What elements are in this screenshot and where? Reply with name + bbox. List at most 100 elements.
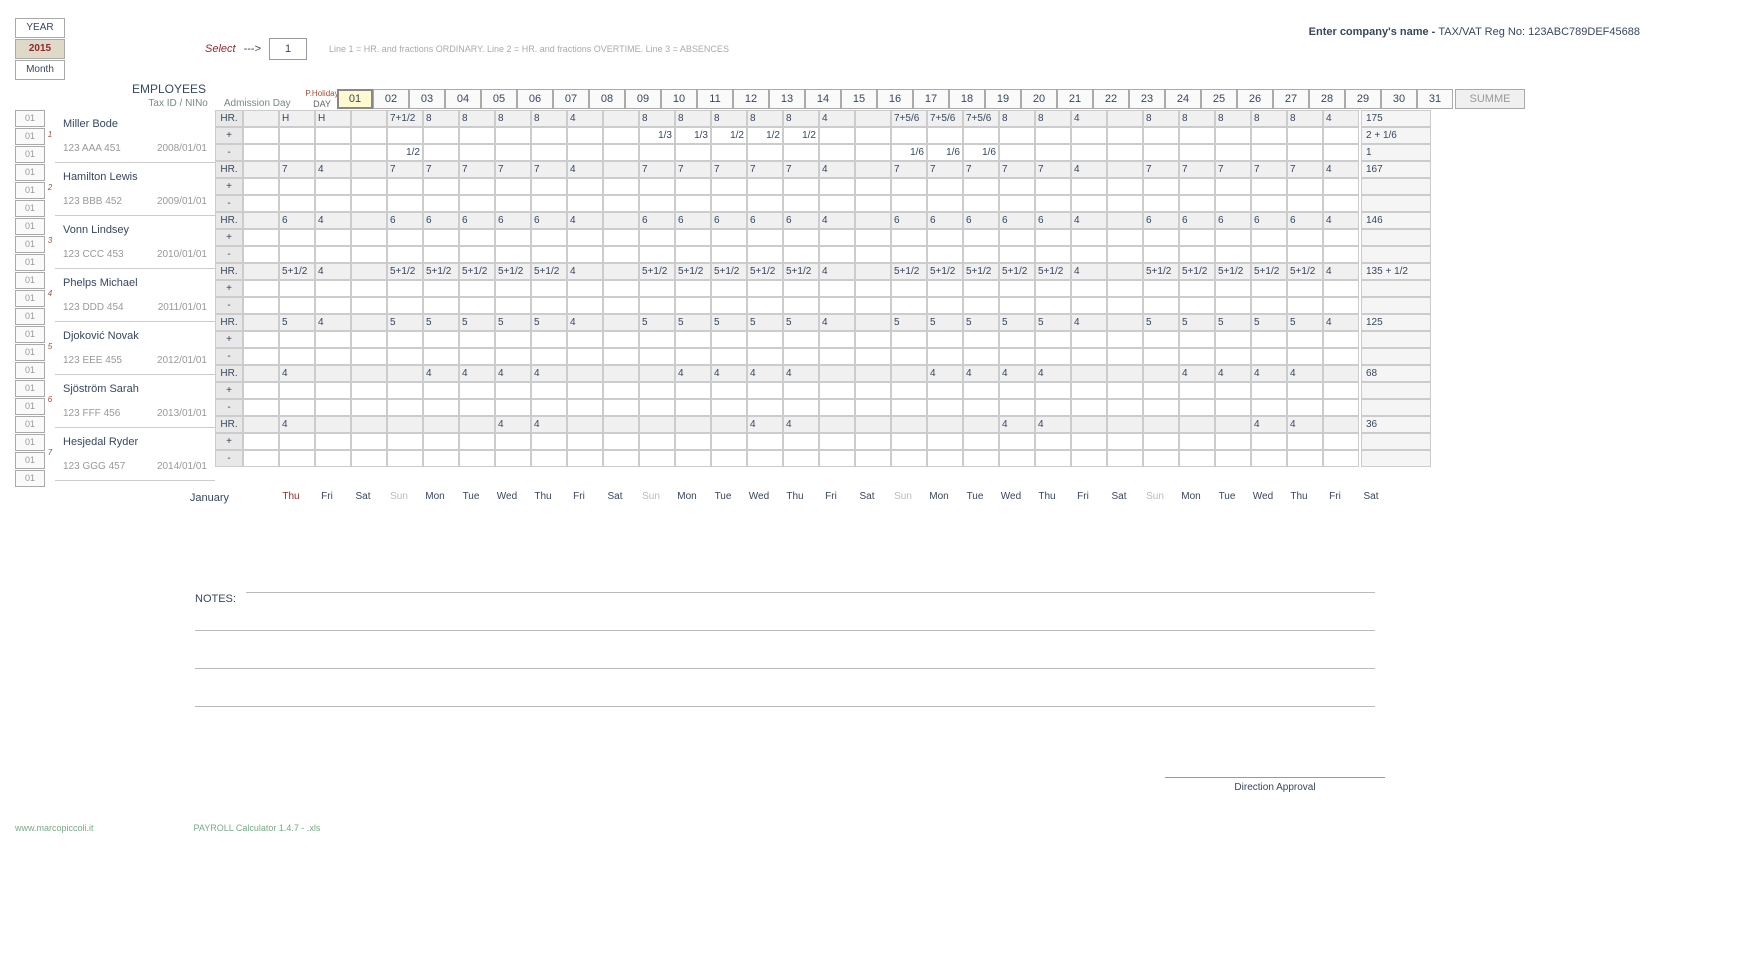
- grid-cell[interactable]: [1107, 246, 1143, 263]
- grid-cell[interactable]: [1143, 246, 1179, 263]
- grid-cell[interactable]: 4: [1071, 314, 1107, 331]
- grid-cell[interactable]: [1035, 297, 1071, 314]
- grid-cell[interactable]: 4: [1035, 365, 1071, 382]
- grid-cell[interactable]: [747, 348, 783, 365]
- grid-cell[interactable]: [1179, 433, 1215, 450]
- grid-cell[interactable]: [999, 399, 1035, 416]
- grid-cell[interactable]: [1071, 331, 1107, 348]
- grid-cell[interactable]: 4: [963, 365, 999, 382]
- grid-cell[interactable]: 1/3: [639, 127, 675, 144]
- grid-cell[interactable]: [243, 416, 279, 433]
- grid-cell[interactable]: 5+1/2: [639, 263, 675, 280]
- grid-cell[interactable]: [1179, 246, 1215, 263]
- grid-cell[interactable]: [783, 348, 819, 365]
- grid-cell[interactable]: [1107, 110, 1143, 127]
- grid-cell[interactable]: [423, 399, 459, 416]
- grid-cell[interactable]: 4: [675, 365, 711, 382]
- grid-cell[interactable]: [567, 433, 603, 450]
- grid-cell[interactable]: [891, 399, 927, 416]
- grid-cell[interactable]: [675, 416, 711, 433]
- grid-cell[interactable]: [891, 382, 927, 399]
- grid-cell[interactable]: [279, 450, 315, 467]
- grid-cell[interactable]: [891, 416, 927, 433]
- grid-cell[interactable]: [1287, 144, 1323, 161]
- grid-cell[interactable]: [1323, 348, 1359, 365]
- grid-cell[interactable]: [423, 246, 459, 263]
- grid-cell[interactable]: 7: [747, 161, 783, 178]
- grid-cell[interactable]: 4: [1215, 365, 1251, 382]
- grid-cell[interactable]: [531, 144, 567, 161]
- grid-cell[interactable]: [675, 246, 711, 263]
- grid-cell[interactable]: [1107, 416, 1143, 433]
- grid-cell[interactable]: [603, 178, 639, 195]
- grid-cell[interactable]: [243, 314, 279, 331]
- grid-cell[interactable]: [1035, 399, 1071, 416]
- grid-cell[interactable]: [423, 433, 459, 450]
- grid-cell[interactable]: [423, 229, 459, 246]
- grid-cell[interactable]: 5: [927, 314, 963, 331]
- grid-cell[interactable]: [495, 433, 531, 450]
- grid-cell[interactable]: [1251, 229, 1287, 246]
- grid-cell[interactable]: [1323, 399, 1359, 416]
- grid-cell[interactable]: [891, 229, 927, 246]
- grid-cell[interactable]: 4: [747, 365, 783, 382]
- grid-cell[interactable]: [783, 195, 819, 212]
- grid-cell[interactable]: [1215, 433, 1251, 450]
- grid-cell[interactable]: [1071, 399, 1107, 416]
- grid-cell[interactable]: 4: [1251, 365, 1287, 382]
- grid-cell[interactable]: [603, 399, 639, 416]
- grid-cell[interactable]: [819, 450, 855, 467]
- grid-cell[interactable]: [999, 178, 1035, 195]
- grid-cell[interactable]: [819, 433, 855, 450]
- grid-cell[interactable]: [603, 297, 639, 314]
- grid-cell[interactable]: [567, 144, 603, 161]
- grid-cell[interactable]: [1179, 127, 1215, 144]
- grid-cell[interactable]: [279, 195, 315, 212]
- grid-cell[interactable]: [963, 382, 999, 399]
- grid-cell[interactable]: 6: [1179, 212, 1215, 229]
- grid-cell[interactable]: [1107, 280, 1143, 297]
- grid-cell[interactable]: 6: [1251, 212, 1287, 229]
- grid-cell[interactable]: 6: [387, 212, 423, 229]
- grid-cell[interactable]: [1179, 144, 1215, 161]
- grid-cell[interactable]: [1179, 416, 1215, 433]
- grid-cell[interactable]: [1179, 280, 1215, 297]
- grid-cell[interactable]: 4: [1179, 365, 1215, 382]
- grid-cell[interactable]: 5: [999, 314, 1035, 331]
- grid-cell[interactable]: [567, 399, 603, 416]
- grid-cell[interactable]: [639, 229, 675, 246]
- grid-cell[interactable]: [819, 365, 855, 382]
- grid-cell[interactable]: [495, 348, 531, 365]
- grid-cell[interactable]: [315, 178, 351, 195]
- grid-cell[interactable]: [459, 382, 495, 399]
- grid-cell[interactable]: [711, 382, 747, 399]
- grid-cell[interactable]: [1071, 416, 1107, 433]
- grid-cell[interactable]: [495, 331, 531, 348]
- grid-cell[interactable]: [531, 297, 567, 314]
- grid-cell[interactable]: [459, 399, 495, 416]
- grid-cell[interactable]: [927, 416, 963, 433]
- grid-cell[interactable]: 7: [1035, 161, 1071, 178]
- grid-cell[interactable]: 8: [1251, 110, 1287, 127]
- grid-cell[interactable]: 5+1/2: [423, 263, 459, 280]
- company-name[interactable]: Enter company's name -: [1309, 26, 1439, 38]
- grid-cell[interactable]: 1/6: [963, 144, 999, 161]
- grid-cell[interactable]: [1143, 297, 1179, 314]
- grid-cell[interactable]: [1107, 365, 1143, 382]
- grid-cell[interactable]: [1071, 297, 1107, 314]
- grid-cell[interactable]: [783, 280, 819, 297]
- grid-cell[interactable]: [351, 416, 387, 433]
- grid-cell[interactable]: [927, 127, 963, 144]
- grid-cell[interactable]: 6: [999, 212, 1035, 229]
- grid-cell[interactable]: [1215, 195, 1251, 212]
- grid-cell[interactable]: [279, 144, 315, 161]
- grid-cell[interactable]: [1251, 297, 1287, 314]
- grid-cell[interactable]: [567, 195, 603, 212]
- grid-cell[interactable]: [603, 212, 639, 229]
- grid-cell[interactable]: [819, 144, 855, 161]
- grid-cell[interactable]: 6: [675, 212, 711, 229]
- grid-cell[interactable]: [351, 382, 387, 399]
- grid-cell[interactable]: [711, 331, 747, 348]
- grid-cell[interactable]: 4: [567, 314, 603, 331]
- grid-cell[interactable]: 4: [315, 314, 351, 331]
